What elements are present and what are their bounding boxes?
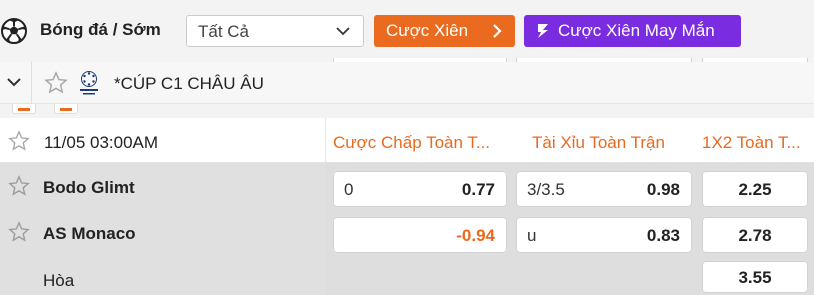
chevron-down-icon xyxy=(336,27,350,36)
favorite-star-icon[interactable] xyxy=(44,71,68,95)
chevron-right-icon xyxy=(493,24,502,38)
champions-league-icon xyxy=(80,71,98,95)
team-name: Bodo Glimt xyxy=(43,178,135,197)
star-icon[interactable] xyxy=(8,175,30,197)
soccer-ball-icon xyxy=(1,18,27,44)
team-row-home: Bodo Glimt xyxy=(0,163,325,209)
team-row-away: AS Monaco xyxy=(0,209,325,255)
match-tools xyxy=(0,104,814,118)
1x2-odds-cell[interactable]: 2.25 xyxy=(702,171,808,207)
handicap-line: 0 xyxy=(344,180,354,199)
divider xyxy=(325,118,326,163)
over-under-odds: 0.98 xyxy=(646,180,680,199)
match-header: 11/05 03:00AM Cược Chấp Toàn T... Tài Xỉ… xyxy=(0,118,814,163)
column-header-1x2: 1X2 Toàn T... xyxy=(702,133,801,152)
over-under-odds: 0.83 xyxy=(646,226,680,245)
stats-tool-icon[interactable] xyxy=(12,104,36,114)
league-header[interactable]: *CÚP C1 CHÂU ÂU xyxy=(0,62,814,104)
sport-toolbar: Bóng đá / Sớm Tất Cả Cược Xiên Cược Xiên… xyxy=(0,0,814,64)
market-filter-select[interactable]: Tất Cả xyxy=(186,15,364,47)
draw-label: Hòa xyxy=(43,271,75,290)
handicap-odds-cell[interactable]: 0 0.77 xyxy=(333,171,507,207)
over-under-odds-cell[interactable]: 3/3.5 0.98 xyxy=(516,171,692,207)
draw-row: Hòa xyxy=(0,255,325,295)
over-under-odds-cell[interactable]: u 0.83 xyxy=(516,217,692,253)
team-name: AS Monaco xyxy=(43,224,136,243)
favorite-star-icon[interactable] xyxy=(8,130,30,152)
parlay-button[interactable]: Cược Xiên xyxy=(374,15,515,47)
league-name: *CÚP C1 CHÂU ÂU xyxy=(114,74,264,93)
1x2-odds-cell[interactable]: 2.78 xyxy=(702,217,808,253)
column-header-over-under: Tài Xỉu Toàn Trận xyxy=(532,133,665,152)
1x2-odds: 3.55 xyxy=(738,268,772,287)
market-filter-value: Tất Cả xyxy=(198,22,250,41)
sport-title: Bóng đá / Sớm xyxy=(40,20,161,39)
over-under-line: 3/3.5 xyxy=(527,180,565,199)
chevron-down-icon[interactable] xyxy=(6,76,22,88)
1x2-odds-cell[interactable]: 3.55 xyxy=(702,261,808,293)
more-tool-icon[interactable] xyxy=(54,104,78,114)
1x2-odds: 2.25 xyxy=(738,180,772,199)
parlay-button-label: Cược Xiên xyxy=(386,21,469,40)
lucky-parlay-button[interactable]: Cược Xiên May Mắn xyxy=(524,15,741,47)
1x2-odds: 2.78 xyxy=(738,226,772,245)
divider xyxy=(31,62,32,104)
handicap-odds-cell[interactable]: -0.94 xyxy=(333,217,507,253)
lucky-z-icon xyxy=(538,24,548,38)
lucky-parlay-button-label: Cược Xiên May Mắn xyxy=(558,21,715,40)
star-icon[interactable] xyxy=(8,221,30,243)
match-time: 11/05 03:00AM xyxy=(44,133,159,152)
over-under-line: u xyxy=(527,226,537,245)
column-header-handicap: Cược Chấp Toàn T... xyxy=(333,133,491,152)
handicap-odds: -0.94 xyxy=(456,226,495,245)
handicap-odds: 0.77 xyxy=(461,180,495,199)
